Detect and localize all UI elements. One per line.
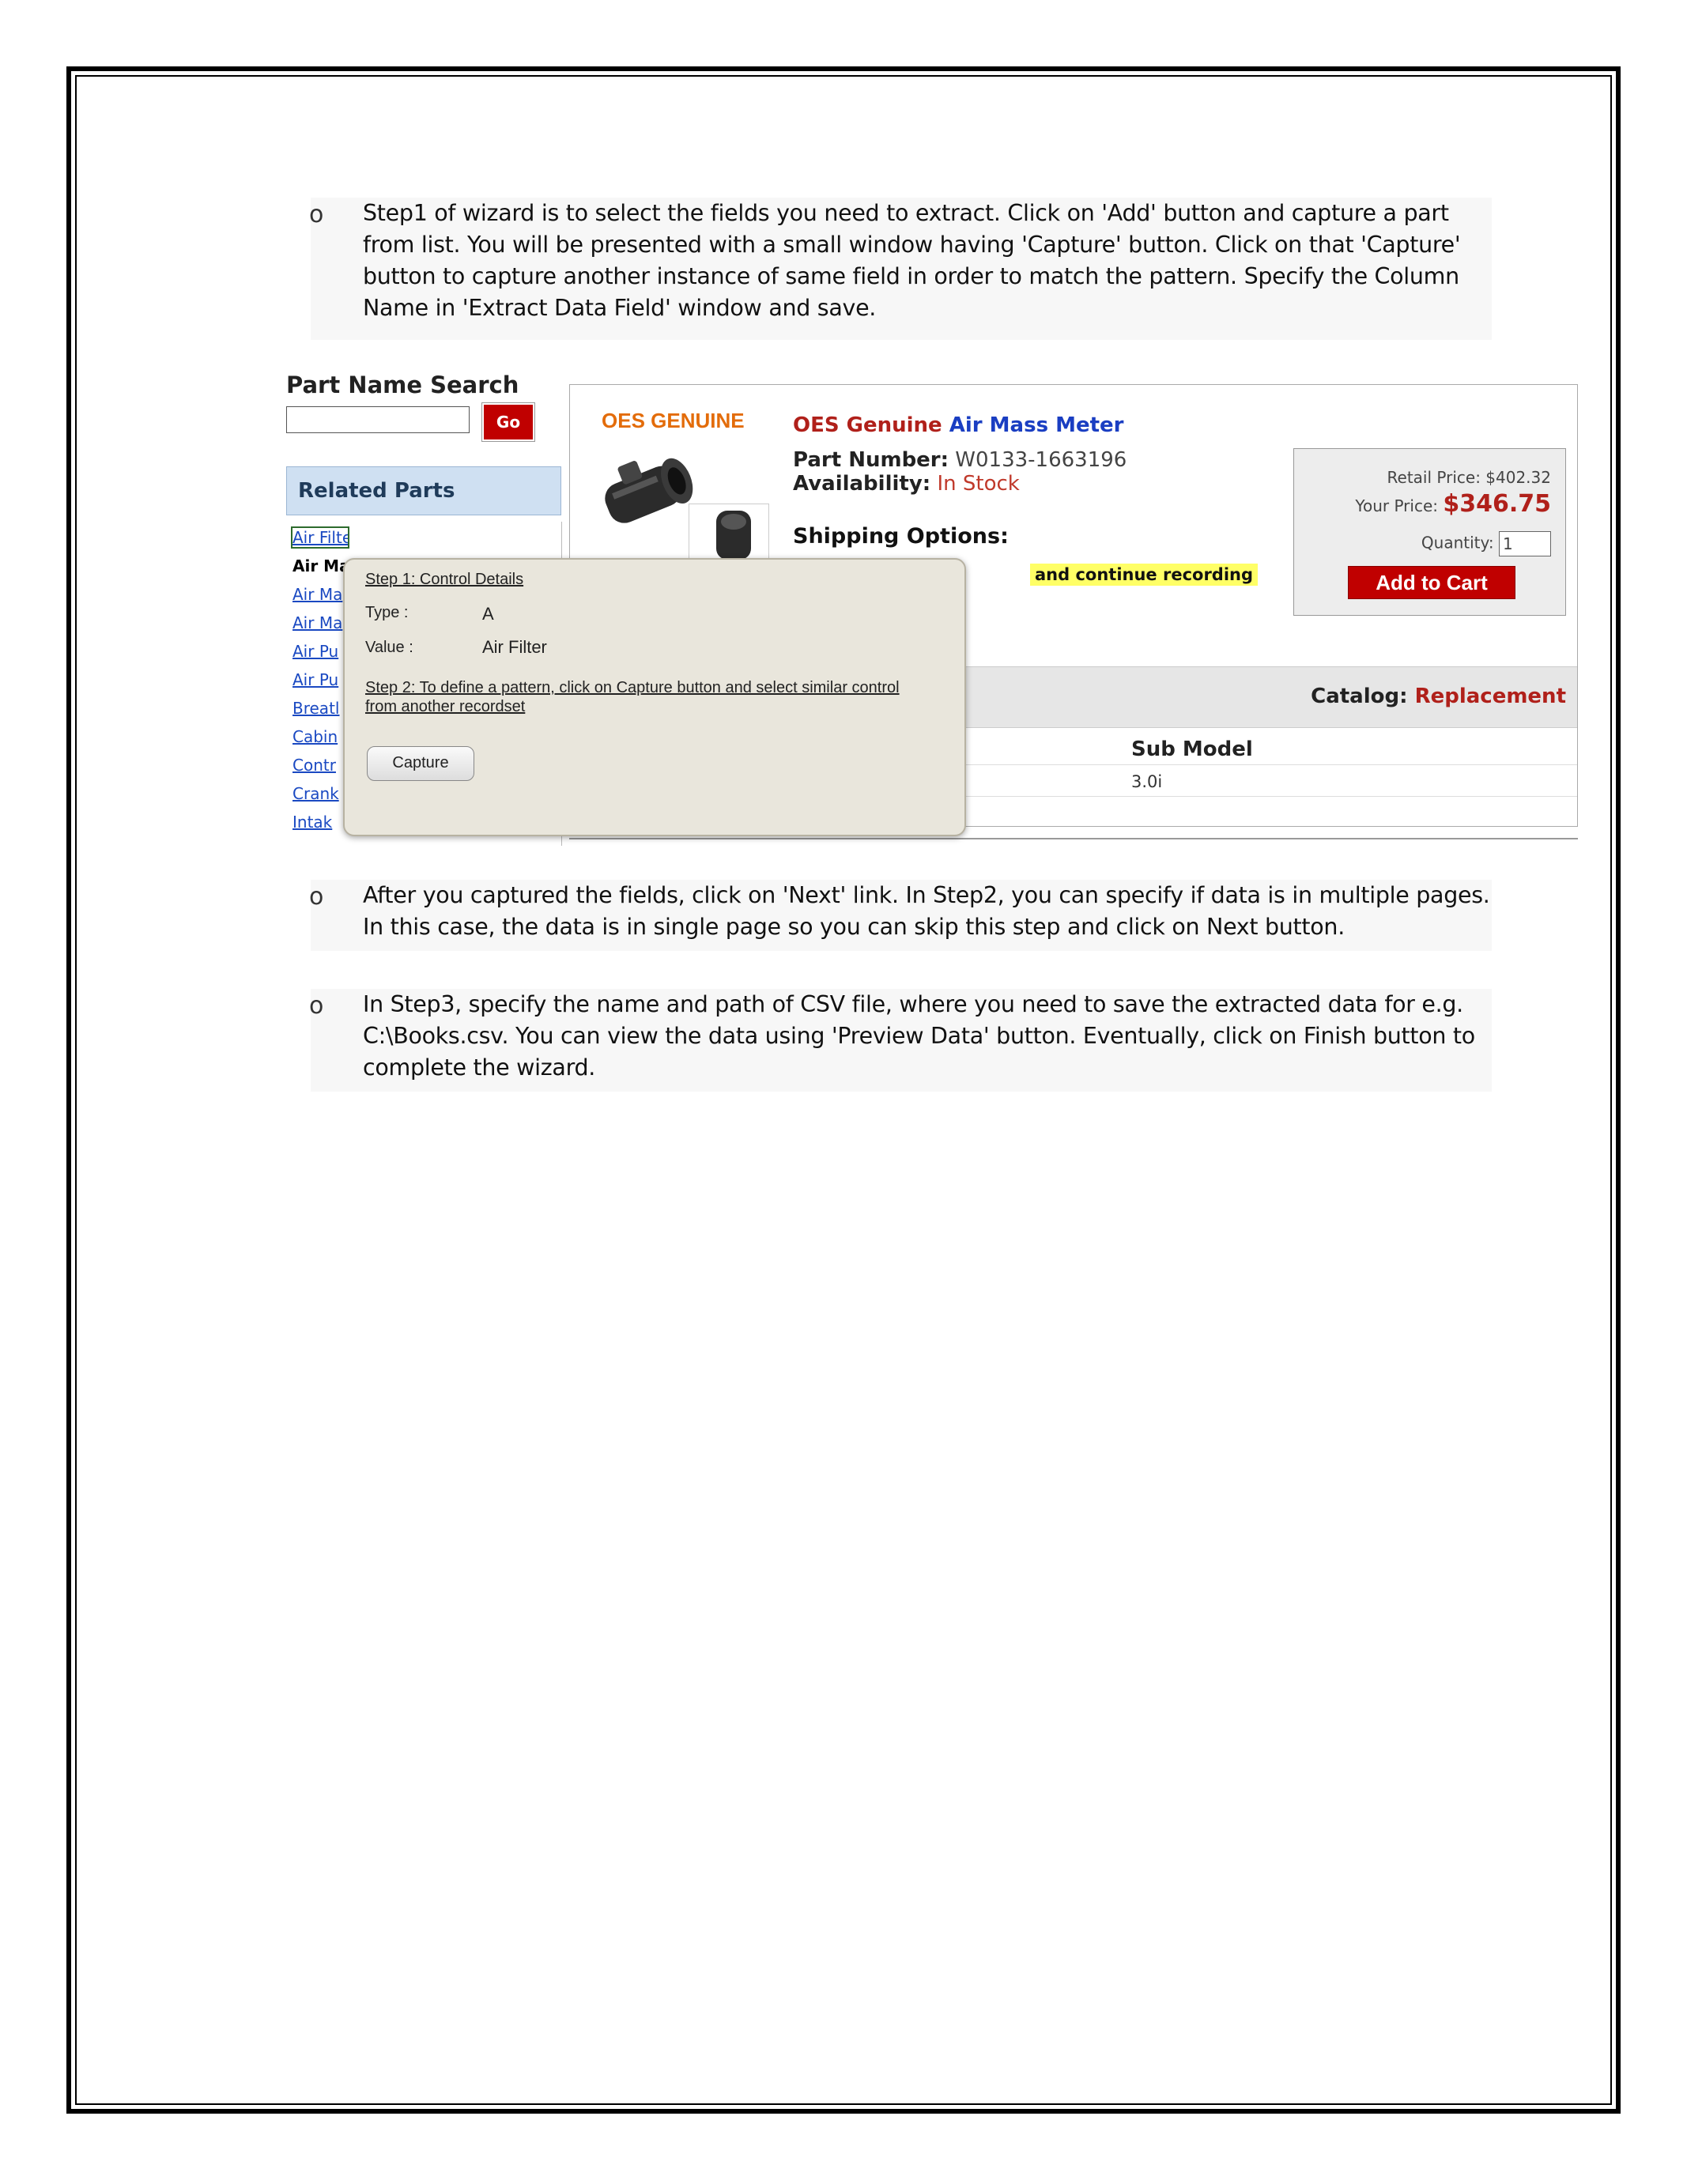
related-part-link[interactable]: Contr — [292, 756, 348, 775]
related-part-link[interactable]: Air Pu — [292, 670, 348, 689]
add-to-cart-button[interactable]: Add to Cart — [1348, 566, 1515, 599]
capture-wizard-popup: Step 1: Control Details Type : A Value :… — [343, 558, 966, 836]
bullet-step2-text: After you captured the fields, click on … — [363, 882, 1490, 940]
popup-type-label: Type : — [365, 604, 409, 621]
capture-button[interactable]: Capture — [367, 746, 474, 781]
divider — [569, 838, 1578, 839]
quantity-label: Quantity: — [1421, 533, 1494, 553]
embedded-screenshot: Part Name Search Go Related Parts Air Fi… — [278, 372, 1583, 846]
sub-model-value: 3.0i — [1131, 772, 1163, 791]
product-name-part: Air Mass Meter — [949, 413, 1124, 437]
availability-value: In Stock — [937, 472, 1020, 496]
your-price-label: Your Price: — [1355, 496, 1438, 515]
air-mass-meter-image — [605, 458, 693, 523]
popup-step2-instructions: Step 2: To define a pattern, click on Ca… — [365, 679, 900, 715]
quantity-input[interactable]: 1 — [1499, 531, 1551, 556]
brand-logo: OES GENUINE — [602, 409, 745, 432]
bullet-mark: o — [309, 201, 324, 228]
availability-label: Availability: — [793, 472, 931, 496]
catalog-info: Catalog: Replacement — [1311, 685, 1566, 708]
popup-type-value: A — [482, 604, 494, 624]
retail-price: Retail Price: $402.32 — [1387, 468, 1551, 487]
catalog-label: Catalog: — [1311, 685, 1408, 708]
bullet-mark: o — [309, 992, 324, 1020]
product-name: OES Genuine Air Mass Meter — [793, 413, 1124, 437]
go-button[interactable]: Go — [481, 402, 535, 442]
popup-value-value: Air Filter — [482, 637, 547, 657]
bullet-step2: o After you captured the fields, click o… — [309, 880, 1492, 951]
product-name-brand: OES Genuine — [793, 413, 942, 437]
related-part-current: Air Ma — [292, 556, 348, 575]
part-number-label: Part Number: — [793, 448, 949, 472]
related-part-link[interactable]: Cabin — [292, 727, 348, 746]
popup-value-label: Value : — [365, 639, 413, 656]
part-number-value: W0133-1663196 — [955, 448, 1127, 472]
popup-step1-heading: Step 1: Control Details — [365, 571, 524, 588]
price-box: Retail Price: $402.32 Your Price: $346.7… — [1293, 448, 1566, 616]
bullet-step3: o In Step3, specify the name and path of… — [309, 989, 1492, 1092]
related-part-link[interactable]: Intak — [292, 813, 348, 832]
your-price-row: Your Price: $346.75 — [1355, 490, 1551, 518]
related-part-link[interactable]: Breatl — [292, 699, 348, 718]
bullet-step1: o Step1 of wizard is to select the field… — [309, 198, 1492, 340]
related-part-link[interactable]: Air Ma — [292, 585, 348, 604]
part-search-title: Part Name Search — [286, 372, 519, 398]
related-part-link[interactable]: Air Ma — [292, 613, 348, 632]
recording-highlight: and continue recording — [1030, 564, 1259, 586]
related-parts-header: Related Parts — [286, 466, 561, 515]
related-part-link[interactable]: Air Pu — [292, 642, 348, 661]
bullet-step3-text: In Step3, specify the name and path of C… — [363, 991, 1475, 1081]
bullet-mark: o — [309, 883, 324, 911]
sub-model-header: Sub Model — [1131, 737, 1253, 761]
shipping-options-label: Shipping Options: — [793, 524, 1009, 549]
related-part-link[interactable]: Air Filter — [291, 526, 349, 549]
catalog-value: Replacement — [1414, 685, 1566, 708]
part-number-row: Part Number: W0133-1663196 — [793, 448, 1127, 472]
your-price-value: $346.75 — [1443, 490, 1551, 518]
quantity-row: Quantity: 1 — [1421, 531, 1551, 556]
availability-row: Availability: In Stock — [793, 472, 1020, 496]
part-search-input[interactable] — [286, 406, 470, 433]
bullet-step1-text: Step1 of wizard is to select the fields … — [363, 200, 1461, 321]
related-part-link[interactable]: Crank — [292, 784, 348, 803]
